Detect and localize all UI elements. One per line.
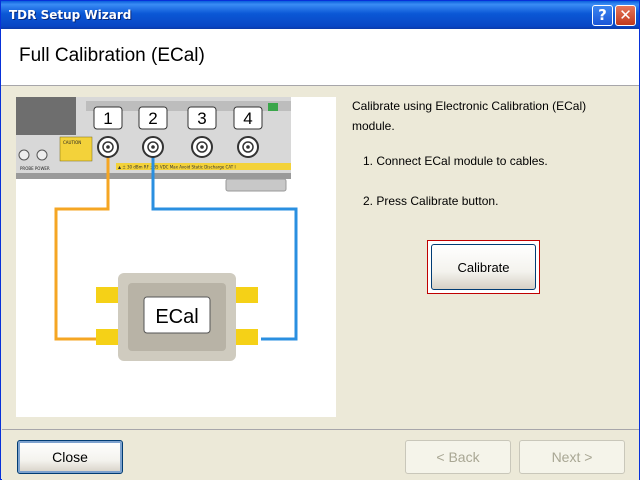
probe-connector-icon	[36, 149, 48, 161]
wizard-content: PROBE POWER CAUTION ▲ ± 30 dBm RF ±35 VD…	[2, 87, 639, 429]
caution-label: CAUTION	[63, 140, 81, 145]
calibrate-button[interactable]: Calibrate	[431, 244, 536, 290]
probe-connector-icon	[18, 149, 30, 161]
instruction-step-1: 1. Connect ECal module to cables.	[363, 154, 548, 168]
port-1-label: 1	[103, 109, 112, 128]
port-3-label: 3	[197, 109, 206, 128]
instruction-text: Calibrate using Electronic Calibration (…	[352, 99, 587, 133]
status-led-icon	[268, 103, 278, 111]
window-title: TDR Setup Wizard	[9, 8, 132, 22]
instruction-step-2: 2. Press Calibrate button.	[363, 194, 499, 208]
probe-power-label: PROBE POWER	[20, 166, 50, 171]
connection-diagram-svg: PROBE POWER CAUTION ▲ ± 30 dBm RF ±35 VD…	[16, 97, 298, 361]
window-close-button[interactable]: ✕	[615, 5, 636, 26]
wizard-window: TDR Setup Wizard ? ✕ Full Calibration (E…	[0, 0, 640, 480]
back-button[interactable]: < Back	[405, 440, 511, 474]
warning-strip-text: ▲ ± 30 dBm RF ±35 VDC Max Avoid Static D…	[118, 165, 236, 170]
close-button[interactable]: Close	[17, 440, 123, 474]
calibrate-button-frame: Calibrate	[427, 240, 540, 294]
instrument-display	[16, 97, 76, 135]
connection-diagram: PROBE POWER CAUTION ▲ ± 30 dBm RF ±35 VD…	[16, 97, 336, 417]
help-button[interactable]: ?	[592, 5, 613, 26]
title-bar: TDR Setup Wizard ? ✕	[1, 1, 639, 29]
port-4-label: 4	[243, 109, 252, 128]
wizard-header: Full Calibration (ECal)	[1, 29, 639, 86]
ecal-module: ECal	[96, 273, 258, 361]
port-2-label: 2	[148, 109, 157, 128]
page-title: Full Calibration (ECal)	[19, 45, 205, 66]
ecal-module-label: ECal	[155, 306, 198, 328]
wizard-footer: Close < Back Next >	[2, 429, 639, 480]
next-button[interactable]: Next >	[519, 440, 625, 474]
